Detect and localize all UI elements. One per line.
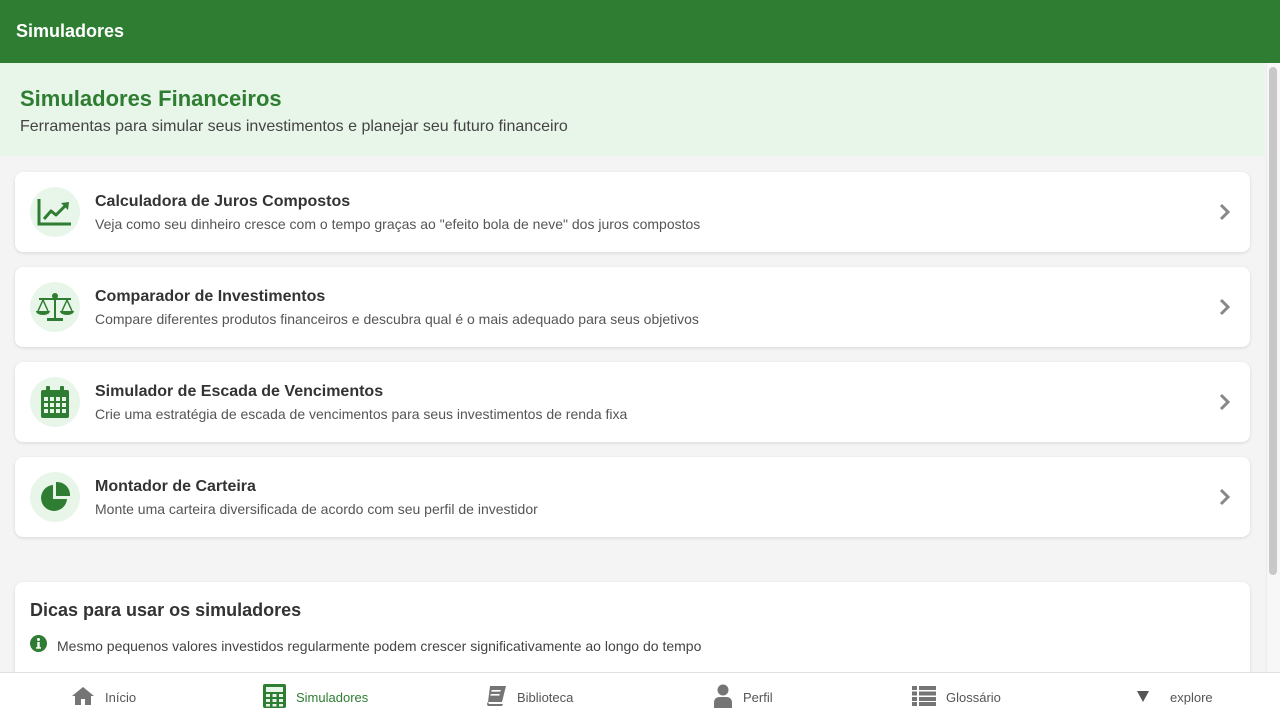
nav-item-inicio[interactable]: Início — [71, 673, 136, 720]
simulator-card-description: Monte uma carteira diversificada de acor… — [95, 501, 538, 517]
calendar-icon — [30, 377, 80, 427]
simulator-card-maturity-ladder[interactable]: Simulador de Escada de Vencimentos Crie … — [15, 362, 1250, 442]
simulator-card-compound-interest[interactable]: Calculadora de Juros Compostos Veja como… — [15, 172, 1250, 252]
balance-scale-icon — [30, 282, 80, 332]
scrollbar[interactable] — [1266, 63, 1280, 672]
nav-item-biblioteca[interactable]: Biblioteca — [485, 673, 573, 720]
nav-label: Perfil — [743, 689, 773, 705]
simulator-card-title: Montador de Carteira — [95, 478, 256, 495]
simulator-card-title: Calculadora de Juros Compostos — [95, 193, 351, 210]
pie-chart-icon — [30, 472, 80, 522]
nav-item-perfil[interactable]: Perfil — [713, 673, 773, 720]
hero-banner: Simuladores Financeiros Ferramentas para… — [0, 63, 1265, 156]
info-icon — [30, 635, 47, 657]
simulator-card-description: Compare diferentes produtos financeiros … — [95, 311, 699, 327]
user-icon — [713, 684, 733, 711]
main-content[interactable]: Simuladores Financeiros Ferramentas para… — [0, 63, 1265, 672]
chart-line-icon — [30, 187, 80, 237]
chevron-right-icon — [1215, 482, 1235, 512]
nav-label: explore — [1170, 689, 1213, 705]
simulator-card-investment-comparator[interactable]: Comparador de Investimentos Compare dife… — [15, 267, 1250, 347]
home-icon — [71, 686, 95, 709]
simulator-card-description: Crie uma estratégia de escada de vencime… — [95, 406, 628, 422]
chevron-right-icon — [1215, 197, 1235, 227]
tip-text: Mesmo pequenos valores investidos regula… — [57, 638, 702, 654]
simulator-card-description: Veja como seu dinheiro cresce com o temp… — [95, 216, 701, 232]
nav-item-simuladores[interactable]: Simuladores — [263, 673, 368, 720]
tips-title: Dicas para usar os simuladores — [30, 600, 302, 620]
chevron-right-icon — [1215, 292, 1235, 322]
nav-item-explore[interactable]: explore — [1136, 673, 1213, 720]
nav-label: Glossário — [946, 689, 1001, 705]
app-bar: Simuladores — [0, 0, 1280, 63]
tips-card: Dicas para usar os simuladores Mesmo peq… — [15, 582, 1250, 672]
nav-label: Biblioteca — [517, 689, 574, 705]
calculator-icon — [263, 683, 286, 711]
app-bar-title: Simuladores — [16, 21, 125, 41]
book-icon — [485, 685, 507, 710]
simulator-card-portfolio-builder[interactable]: Montador de Carteira Monte uma carteira … — [15, 457, 1250, 537]
hero-title: Simuladores Financeiros — [20, 86, 282, 111]
bottom-navigation: Início Simuladores Biblioteca Perfil Glo… — [0, 672, 1280, 720]
hero-subtitle: Ferramentas para simular seus investimen… — [20, 118, 568, 135]
nav-item-glossario[interactable]: Glossário — [912, 673, 1001, 720]
nav-label: Simuladores — [296, 689, 369, 705]
list-icon — [912, 685, 936, 709]
nav-label: Início — [105, 689, 137, 705]
simulator-card-title: Comparador de Investimentos — [95, 288, 326, 305]
simulator-card-title: Simulador de Escada de Vencimentos — [95, 383, 384, 400]
triangle-down-icon — [1136, 689, 1150, 706]
chevron-right-icon — [1215, 387, 1235, 417]
scrollbar-thumb[interactable] — [1269, 67, 1277, 575]
tip-item: Mesmo pequenos valores investidos regula… — [30, 635, 1235, 657]
